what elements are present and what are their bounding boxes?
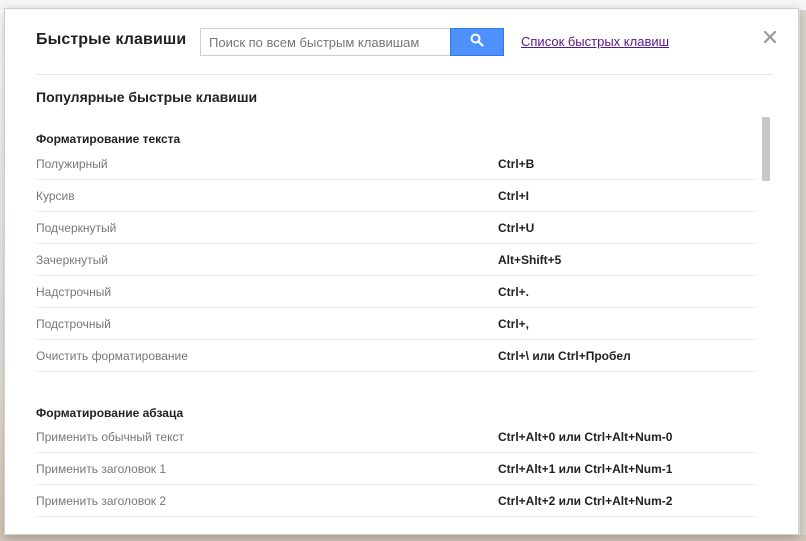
shortcut-keys: Ctrl+Alt+2 или Ctrl+Alt+Num-2 xyxy=(498,494,673,508)
shortcut-keys: Ctrl+Alt+1 или Ctrl+Alt+Num-1 xyxy=(498,462,673,476)
shortcut-keys: Ctrl+Alt+0 или Ctrl+Alt+Num-0 xyxy=(498,430,673,444)
shortcut-keys: Ctrl+I xyxy=(498,189,530,203)
close-icon[interactable] xyxy=(759,26,781,48)
shortcut-row: Курсив Ctrl+I xyxy=(36,180,756,212)
shortcut-label: Надстрочный xyxy=(36,285,112,299)
shortcut-row: Подчеркнутый Ctrl+U xyxy=(36,212,756,244)
section-title-paragraph-formatting: Форматирование абзаца xyxy=(36,406,184,420)
shortcuts-content: Популярные быстрые клавиши Форматировани… xyxy=(36,79,756,534)
shortcut-keys: Ctrl+. xyxy=(498,285,530,299)
search-button[interactable] xyxy=(450,28,504,56)
shortcut-keys: Ctrl+\ или Ctrl+Пробел xyxy=(498,349,631,363)
shortcut-row: Подстрочный Ctrl+, xyxy=(36,308,756,340)
shortcut-row: Применить заголовок 1 Ctrl+Alt+1 или Ctr… xyxy=(36,453,756,485)
dialog-title: Быстрые клавиши xyxy=(36,31,187,48)
keyboard-shortcuts-dialog: Быстрые клавиши Список быстрых клавиш По… xyxy=(4,8,799,535)
search-icon xyxy=(470,33,484,52)
popular-shortcuts-title: Популярные быстрые клавиши xyxy=(36,89,258,105)
search-input[interactable] xyxy=(200,28,450,56)
shortcut-label: Зачеркнутый xyxy=(36,253,108,267)
shortcut-label: Применить заголовок 2 xyxy=(36,494,167,508)
shortcut-row: Зачеркнутый Alt+Shift+5 xyxy=(36,244,756,276)
shortcut-keys: Alt+Shift+5 xyxy=(498,253,562,267)
shortcut-label: Применить обычный текст xyxy=(36,430,184,444)
shortcut-row: Надстрочный Ctrl+. xyxy=(36,276,756,308)
section-title-text-formatting: Форматирование текста xyxy=(36,132,181,146)
shortcut-keys: Ctrl+B xyxy=(498,157,535,171)
shortcut-label: Очистить форматирование xyxy=(36,349,188,363)
background-right-edge xyxy=(800,10,806,541)
shortcut-list-link[interactable]: Список быстрых клавиш xyxy=(521,34,669,49)
shortcut-row: Применить заголовок 2 Ctrl+Alt+2 или Ctr… xyxy=(36,485,756,517)
shortcut-label: Подстрочный xyxy=(36,317,111,331)
shortcut-row: Очистить форматирование Ctrl+\ или Ctrl+… xyxy=(36,340,756,372)
shortcut-label: Применить заголовок 1 xyxy=(36,462,167,476)
dialog-scrollbar[interactable] xyxy=(762,117,770,181)
shortcut-row: Применить обычный текст Ctrl+Alt+0 или C… xyxy=(36,421,756,453)
shortcut-keys: Ctrl+U xyxy=(498,221,535,235)
shortcut-label: Курсив xyxy=(36,189,75,203)
search-box xyxy=(200,28,505,56)
shortcut-label: Полужирный xyxy=(36,157,108,171)
shortcut-keys: Ctrl+, xyxy=(498,317,530,331)
background-bottom-edge xyxy=(0,535,806,541)
header-divider xyxy=(36,74,773,75)
dialog-header: Быстрые клавиши Список быстрых клавиш xyxy=(5,9,798,75)
shortcut-label: Подчеркнутый xyxy=(36,221,117,235)
shortcut-row: Полужирный Ctrl+B xyxy=(36,148,756,180)
